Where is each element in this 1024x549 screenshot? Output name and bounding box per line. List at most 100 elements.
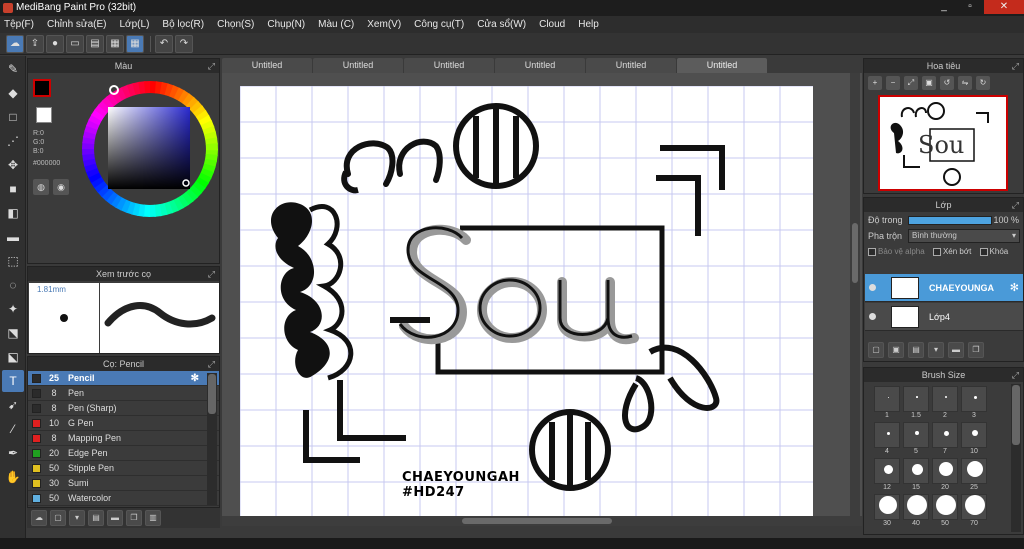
- hand-icon[interactable]: ✋: [2, 466, 24, 488]
- popout-icon[interactable]: ⤢: [208, 59, 215, 73]
- gear-icon[interactable]: ✻: [1010, 281, 1019, 294]
- brush-size-option[interactable]: 15: [903, 458, 929, 491]
- brush-size-scrollbar[interactable]: [1011, 384, 1021, 532]
- menu-tools[interactable]: Công cụ(T): [414, 19, 464, 30]
- export-icon[interactable]: ⇪: [26, 34, 44, 53]
- fill-rect-icon[interactable]: ■: [2, 178, 24, 200]
- canvas-paper[interactable]: CHAEYOUNGAH #HD247: [240, 86, 813, 516]
- brush-size-option[interactable]: 50: [932, 494, 958, 527]
- sub-color-swatch[interactable]: [36, 107, 52, 123]
- document-tab[interactable]: Untitled: [404, 58, 494, 73]
- new-brush-icon[interactable]: ▢: [50, 510, 66, 526]
- canvas-hscrollbar[interactable]: [222, 516, 862, 526]
- brush-item[interactable]: 8 Mapping Pen: [28, 431, 219, 446]
- menu-edit[interactable]: Chỉnh sửa(E): [47, 19, 107, 30]
- close-button[interactable]: ✕: [984, 0, 1024, 14]
- move-icon[interactable]: ✥: [2, 154, 24, 176]
- brush-size-option[interactable]: 1: [874, 386, 900, 419]
- hue-wheel[interactable]: [80, 79, 220, 219]
- new-layer-icon[interactable]: ▢: [868, 342, 884, 358]
- grid-icon[interactable]: ▦: [106, 34, 124, 53]
- brush-size-option[interactable]: 30: [874, 494, 900, 527]
- menu-color[interactable]: Màu (C): [318, 19, 354, 30]
- comment-icon[interactable]: ▭: [66, 34, 84, 53]
- folder-icon[interactable]: ▬: [948, 342, 964, 358]
- brush-size-option[interactable]: 7: [932, 422, 958, 455]
- gear-icon[interactable]: ✻: [191, 371, 199, 386]
- page-icon[interactable]: ▤: [86, 34, 104, 53]
- popout-icon[interactable]: ⤢: [1012, 59, 1019, 73]
- brush-icon[interactable]: ✎: [2, 58, 24, 80]
- opacity-slider[interactable]: [908, 216, 992, 225]
- chat-icon[interactable]: ●: [46, 34, 64, 53]
- layer-menu-icon[interactable]: ▾: [928, 342, 944, 358]
- redo-icon[interactable]: ↷: [175, 34, 193, 53]
- new-layer-8bit-icon[interactable]: ▣: [888, 342, 904, 358]
- brush-item[interactable]: 30 Sumi: [28, 476, 219, 491]
- folder-icon[interactable]: ▬: [107, 510, 123, 526]
- bucket-icon[interactable]: ◧: [2, 202, 24, 224]
- popout-icon[interactable]: ⤢: [1012, 368, 1019, 382]
- popout-icon[interactable]: ⤢: [208, 267, 215, 281]
- minimize-button[interactable]: _: [932, 0, 956, 14]
- brush-size-option[interactable]: 5: [903, 422, 929, 455]
- menu-window[interactable]: Cửa sổ(W): [477, 19, 526, 30]
- menu-filter[interactable]: Bộ lọc(R): [162, 19, 204, 30]
- import-brush-icon[interactable]: ▤: [88, 510, 104, 526]
- wand-icon[interactable]: ✦: [2, 298, 24, 320]
- canvas-vscrollbar[interactable]: [850, 73, 860, 525]
- brush-item[interactable]: 8 Pen: [28, 386, 219, 401]
- brush-size-option[interactable]: 40: [903, 494, 929, 527]
- brush-size-option[interactable]: 10: [961, 422, 987, 455]
- lock-checkbox[interactable]: [979, 247, 988, 256]
- rotate-left-icon[interactable]: ↺: [940, 76, 954, 90]
- palette-icon[interactable]: ◍: [33, 179, 49, 195]
- brush-size-option[interactable]: 1.5: [903, 386, 929, 419]
- rectangle-icon[interactable]: □: [2, 106, 24, 128]
- brush-menu-icon[interactable]: ▾: [69, 510, 85, 526]
- brush-item[interactable]: 8 Pen (Sharp): [28, 401, 219, 416]
- menu-snap[interactable]: Chụp(N): [267, 19, 305, 30]
- menu-cloud[interactable]: Cloud: [539, 19, 565, 30]
- text-icon[interactable]: T: [2, 370, 24, 392]
- brush-list-scrollbar[interactable]: [207, 373, 217, 505]
- copy-icon[interactable]: ❐: [126, 510, 142, 526]
- scroll-thumb[interactable]: [1012, 385, 1020, 445]
- document-tab[interactable]: Untitled: [677, 58, 767, 73]
- brush-size-option[interactable]: 12: [874, 458, 900, 491]
- scroll-thumb[interactable]: [462, 518, 612, 524]
- canvas-area[interactable]: CHAEYOUNGAH #HD247: [222, 73, 862, 525]
- gradient-icon[interactable]: ▬: [2, 226, 24, 248]
- menu-select[interactable]: Chọn(S): [217, 19, 254, 30]
- main-color-swatch[interactable]: [33, 79, 51, 97]
- flip-icon[interactable]: ⇋: [958, 76, 972, 90]
- eyedropper-icon[interactable]: ⁄: [2, 418, 24, 440]
- navigator-thumbnail[interactable]: Sou: [878, 95, 1008, 191]
- palette-add-icon[interactable]: ◉: [53, 179, 69, 195]
- zoom-in-icon[interactable]: +: [868, 76, 882, 90]
- maximize-button[interactable]: ▫: [958, 0, 982, 14]
- document-tab[interactable]: Untitled: [313, 58, 403, 73]
- dotbrush-icon[interactable]: ⋰: [2, 130, 24, 152]
- menu-help[interactable]: Help: [578, 19, 599, 30]
- lasso-icon[interactable]: ◌: [2, 274, 24, 296]
- visibility-eye-icon[interactable]: [869, 284, 876, 291]
- brush-size-option[interactable]: 70: [961, 494, 987, 527]
- protect-alpha-checkbox[interactable]: [868, 247, 876, 256]
- selpen-icon[interactable]: ⬔: [2, 322, 24, 344]
- clipping-option[interactable]: Xén bớt: [932, 247, 971, 256]
- brush-size-option[interactable]: 3: [961, 386, 987, 419]
- popout-icon[interactable]: ⤢: [208, 357, 215, 371]
- menu-file[interactable]: Tệp(F): [4, 19, 34, 30]
- brush-item[interactable]: 10 G Pen: [28, 416, 219, 431]
- brush-item[interactable]: 25 Pencil ✻: [28, 371, 219, 386]
- select-rect-icon[interactable]: ⬚: [2, 250, 24, 272]
- trash-icon[interactable]: ▥: [145, 510, 161, 526]
- rotate-right-icon[interactable]: ↻: [976, 76, 990, 90]
- lock-option[interactable]: Khóa: [979, 247, 1008, 256]
- zoom-out-icon[interactable]: −: [886, 76, 900, 90]
- new-layer-1bit-icon[interactable]: ▤: [908, 342, 924, 358]
- eraser-icon[interactable]: ◆: [2, 82, 24, 104]
- visibility-eye-icon[interactable]: [869, 313, 876, 320]
- cloud-icon[interactable]: ☁: [6, 34, 24, 53]
